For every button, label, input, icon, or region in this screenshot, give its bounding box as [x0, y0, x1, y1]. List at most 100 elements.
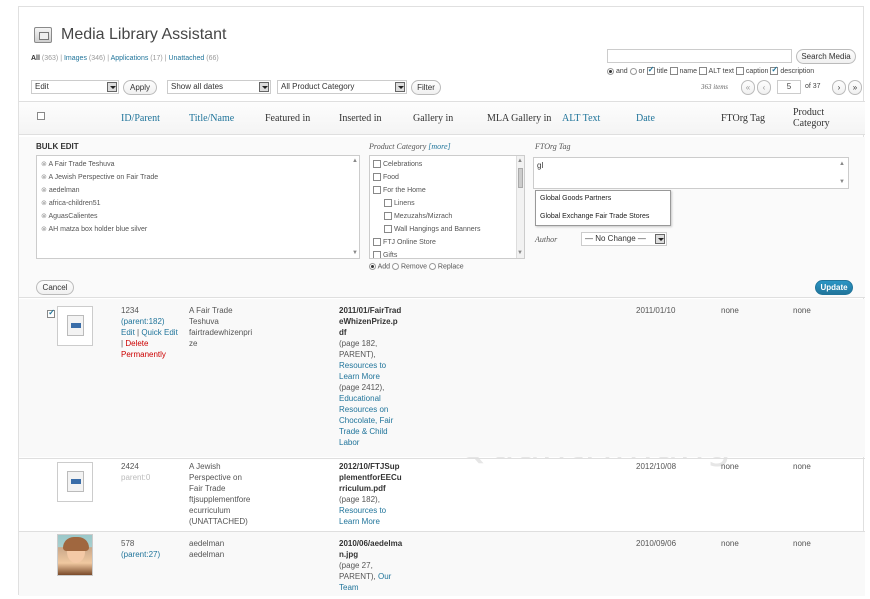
page-link[interactable]: Resources on: [339, 404, 413, 415]
column-title-name[interactable]: Title/Name: [189, 113, 234, 124]
category-item[interactable]: FTJ Online Store: [373, 236, 480, 249]
list-item[interactable]: ⊗ aedelman: [41, 184, 158, 197]
column-product-category: Product Category: [793, 107, 830, 129]
category-filter-select[interactable]: All Product Category: [277, 80, 407, 94]
page-link[interactable]: Chocolate, Fair: [339, 415, 413, 426]
category-item[interactable]: Linens: [373, 197, 480, 210]
select-all-checkbox[interactable]: [37, 111, 45, 120]
bulk-items-list[interactable]: ⊗ A Fair Trade Teshuva ⊗ A Jewish Perspe…: [36, 155, 360, 259]
field-alt-checkbox[interactable]: [698, 67, 707, 75]
connector-and-radio[interactable]: [607, 67, 614, 75]
document-thumbnail[interactable]: [57, 306, 93, 346]
bulk-action-select[interactable]: Edit: [31, 80, 119, 94]
filter-button[interactable]: Filter: [411, 80, 441, 95]
column-inserted-in: Inserted in: [339, 113, 382, 124]
scrollbar[interactable]: ▲ ▼: [516, 156, 524, 258]
current-page-input[interactable]: 5: [777, 80, 801, 94]
field-name-checkbox[interactable]: [669, 67, 678, 75]
parent-link[interactable]: (parent:182): [121, 316, 187, 327]
search-input[interactable]: [607, 49, 792, 63]
page-link[interactable]: Our: [378, 572, 391, 581]
date-filter-select[interactable]: Show all dates: [167, 80, 271, 94]
list-item[interactable]: ⊗ A Fair Trade Teshuva: [41, 158, 158, 171]
page-link[interactable]: Trade & Child: [339, 426, 413, 437]
mode-remove-radio[interactable]: [391, 263, 399, 270]
title-name-cell: A Fair Trade Teshuva fairtradewhizenpri ze: [189, 306, 253, 348]
inserted-in-cell: 2011/01/FairTrad eWhizenPrize.p df (page 1…: [339, 305, 413, 448]
id-parent-cell: 578 (parent:27): [121, 538, 187, 560]
scrollbar[interactable]: ▲ ▼: [351, 156, 359, 258]
list-item[interactable]: ⊗ A Jewish Perspective on Fair Trade: [41, 171, 158, 184]
category-more-link[interactable]: [more]: [428, 142, 450, 151]
cancel-button[interactable]: Cancel: [36, 280, 74, 295]
column-date[interactable]: Date: [636, 113, 655, 124]
filter-images[interactable]: Images (346): [64, 55, 105, 62]
scroll-down-icon[interactable]: ▼: [839, 179, 845, 185]
category-mode: Add Remove Replace: [369, 263, 464, 270]
last-page-button[interactable]: »: [848, 80, 862, 95]
author-label: Author: [535, 235, 558, 244]
page-link[interactable]: Labor: [339, 437, 413, 448]
field-caption-checkbox[interactable]: [735, 67, 744, 75]
page-link[interactable]: Learn More: [339, 371, 413, 382]
connector-or-radio[interactable]: [629, 67, 637, 75]
category-item[interactable]: Wall Hangings and Banners: [373, 223, 480, 236]
author-select[interactable]: — No Change —: [581, 232, 667, 246]
parent-link[interactable]: (parent:27): [121, 549, 187, 560]
next-page-button[interactable]: ›: [832, 80, 846, 95]
avatar[interactable]: [57, 534, 93, 576]
page-link[interactable]: Resources to: [339, 360, 413, 371]
page-total: of 37: [805, 83, 821, 90]
category-item[interactable]: Celebrations: [373, 158, 480, 171]
page-link[interactable]: Educational: [339, 393, 413, 404]
title-name-cell: A Jewish Perspective on Fair Trade ftjsuppl…: [189, 462, 251, 526]
list-item[interactable]: ⊗ AguasCalientes: [41, 210, 158, 223]
suggestion-item[interactable]: Global Goods Partners: [540, 195, 611, 202]
list-item[interactable]: ⊗ africa-children51: [41, 197, 158, 210]
prev-page-button[interactable]: ‹: [757, 80, 771, 95]
column-id-parent[interactable]: ID/Parent: [121, 113, 160, 124]
filter-unattached[interactable]: Unattached (66): [168, 55, 218, 62]
column-featured-in: Featured in: [265, 113, 311, 124]
field-title-checkbox[interactable]: [646, 65, 655, 75]
chevron-down-icon: [395, 82, 405, 92]
page-link[interactable]: Resources to: [339, 505, 413, 516]
column-alt-text[interactable]: ALT Text: [562, 113, 600, 124]
quick-edit-link[interactable]: Quick Edit: [141, 328, 177, 337]
category-heading: Product Category [more]: [369, 142, 451, 151]
ftorg-cell: none: [721, 462, 739, 471]
mode-add-radio[interactable]: [369, 263, 376, 270]
apply-button[interactable]: Apply: [123, 80, 157, 95]
date-cell: 2012/10/08: [636, 462, 677, 471]
field-description-checkbox[interactable]: [770, 65, 779, 75]
scroll-up-icon[interactable]: ▲: [839, 161, 845, 167]
category-item[interactable]: Gifts: [373, 249, 480, 258]
list-item[interactable]: ⊗ AH matza box holder blue silver: [41, 223, 158, 236]
category-item[interactable]: Mezuzahs/Mizrach: [373, 210, 480, 223]
mode-replace-radio[interactable]: [428, 263, 436, 270]
id-parent-cell: 2424 parent:0: [121, 462, 151, 482]
ftorg-cell: none: [721, 539, 739, 548]
filter-all[interactable]: All (363): [31, 55, 58, 62]
row-divider: [19, 458, 865, 459]
ftorg-tag-heading: FTOrg Tag: [535, 142, 571, 151]
row-checkbox[interactable]: [47, 308, 56, 318]
update-button[interactable]: Update: [815, 280, 853, 295]
page-link[interactable]: Team: [339, 582, 413, 593]
search-media-button[interactable]: Search Media: [796, 49, 856, 64]
category-checklist[interactable]: Celebrations Food For the Home Linens Me…: [369, 155, 525, 259]
page-link[interactable]: Learn More: [339, 516, 413, 527]
document-thumbnail[interactable]: [57, 462, 93, 502]
delete-permanently-link[interactable]: Delete Permanently: [121, 339, 166, 359]
column-mla-gallery-in: MLA Gallery in: [487, 113, 552, 124]
category-item[interactable]: For the Home: [373, 184, 480, 197]
edit-link[interactable]: Edit: [121, 328, 135, 337]
ftorg-tag-textarea[interactable]: gl ▲ ▼: [533, 157, 849, 189]
category-cell: none: [793, 539, 811, 548]
filter-applications[interactable]: Applications (17): [111, 55, 163, 62]
suggestion-item[interactable]: Global Exchange Fair Trade Stores: [540, 213, 649, 220]
category-cell: none: [793, 306, 811, 315]
category-item[interactable]: Food: [373, 171, 480, 184]
first-page-button[interactable]: «: [741, 80, 755, 95]
admin-page: Media Library Assistant All (363) | Imag…: [18, 6, 865, 596]
